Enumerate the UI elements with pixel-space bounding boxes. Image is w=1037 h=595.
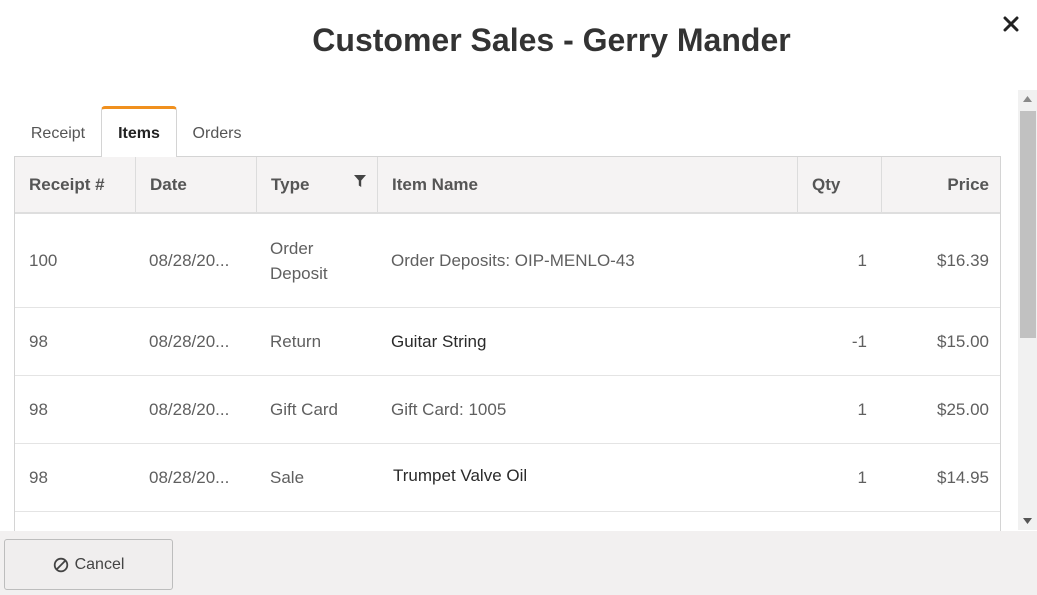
cell-qty: 1 [857,400,867,419]
dialog-footer: Cancel [0,531,1037,595]
cell-item-name: Gift Card: 1005 [391,400,507,419]
cell-type: Gift Card [270,400,339,419]
column-header-date[interactable]: Date [136,157,257,212]
close-icon [1003,16,1019,32]
cell-receipt: 98 [29,468,48,487]
tab-bar: Receipt Items Orders [14,106,1000,157]
cell-price: $16.39 [937,251,989,270]
table-row[interactable]: 100 08/28/20... Order Deposit Order Depo… [15,214,1000,308]
cell-date: 08/28/20... [149,400,230,419]
cell-item-name: Order Deposits: OIP-MENLO-43 [391,251,635,270]
cancel-icon [53,557,68,572]
tab-orders-label: Orders [192,124,242,142]
column-header-receipt[interactable]: Receipt # [15,157,136,212]
cell-item-name: Trumpet Valve Oil [393,466,528,485]
cell-item-name: Guitar String [391,332,487,351]
tab-orders[interactable]: Orders [179,106,255,157]
column-header-type[interactable]: Type [257,157,378,212]
tab-receipt[interactable]: Receipt [14,106,102,157]
dialog-title: Customer Sales - Gerry Mander [312,22,791,58]
cell-type: Return [270,332,322,351]
column-header-receipt-label: Receipt # [29,174,105,194]
column-header-qty[interactable]: Qty [798,157,882,212]
column-header-item-name-label: Item Name [392,174,478,194]
vertical-scrollbar[interactable] [1018,90,1037,530]
close-button[interactable] [997,10,1025,38]
scroll-up-arrow[interactable] [1018,90,1037,108]
scrollbar-thumb[interactable] [1020,111,1036,338]
column-header-item-name[interactable]: Item Name [378,157,798,212]
cell-receipt: 100 [29,251,58,270]
cell-receipt: 98 [29,400,48,419]
cell-date: 08/28/20... [149,468,230,487]
scroll-down-arrow[interactable] [1018,512,1037,530]
cell-price: $15.00 [937,332,989,351]
table-row[interactable]: 98 08/28/20... Gift Card Gift Card: 1005… [15,376,1000,444]
tab-items-label: Items [118,125,160,142]
cell-type: Order Deposit [270,238,328,283]
column-header-qty-label: Qty [812,174,841,194]
column-header-price-label: Price [947,174,989,194]
table-row[interactable]: 98 08/28/20... Return Guitar String -1 $… [15,308,1000,376]
cell-qty: -1 [851,332,867,351]
tab-receipt-label: Receipt [30,124,86,142]
cell-type: Sale [270,468,305,487]
filter-icon[interactable] [353,174,367,188]
caret-down-icon [1023,518,1032,524]
items-table: Receipt # Date Type Item Name Qty Price … [14,156,1001,536]
column-header-price[interactable]: Price [882,157,1000,212]
table-header: Receipt # Date Type Item Name Qty Price [15,157,1000,214]
caret-up-icon [1023,96,1032,102]
cell-price: $14.95 [937,468,989,487]
cancel-button[interactable]: Cancel [4,539,173,590]
cell-qty: 1 [857,251,867,270]
column-header-date-label: Date [150,174,187,194]
column-header-type-label: Type [271,174,310,194]
cell-receipt: 98 [29,332,48,351]
cell-price: $25.00 [937,400,989,419]
cell-date: 08/28/20... [149,251,230,270]
tab-items[interactable]: Items [101,106,177,157]
table-row[interactable]: 98 08/28/20... Sale Trumpet Valve Oil 1 … [15,444,1000,512]
cancel-button-label: Cancel [74,555,125,573]
cell-date: 08/28/20... [149,332,230,351]
cell-qty: 1 [857,468,867,487]
